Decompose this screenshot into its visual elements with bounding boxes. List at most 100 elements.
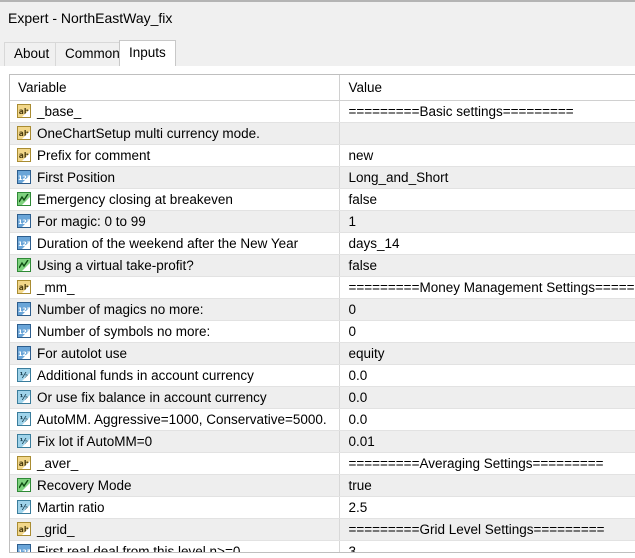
table-row[interactable]: ab OneChartSetup multi currency mode.: [10, 122, 635, 145]
table-row[interactable]: ab _mm_ =========Money Management Settings…: [10, 276, 635, 299]
value-cell[interactable]: new: [338, 144, 635, 167]
column-header-value[interactable]: Value: [338, 75, 635, 101]
variable-label: AutoMM. Aggressive=1000, Conservative=50…: [37, 411, 327, 427]
variable-label: Number of symbols no more:: [37, 323, 211, 339]
variable-label: Or use fix balance in account currency: [37, 389, 267, 405]
value-text: 0: [348, 323, 357, 339]
value-text: 1: [348, 213, 357, 229]
table-row[interactable]: Recovery Mode true: [10, 474, 635, 497]
variable-label: Additional funds in account currency: [37, 367, 254, 383]
value-cell[interactable]: =========Averaging Settings=========: [338, 452, 635, 475]
variable-label: Duration of the weekend after the New Ye…: [37, 235, 299, 251]
value-cell[interactable]: [338, 122, 635, 145]
value-cell[interactable]: =========Grid Level Settings=========: [338, 518, 635, 541]
value-cell[interactable]: days_14: [338, 232, 635, 255]
table-row[interactable]: ½ Fix lot if AutoMM=0 0.01: [10, 430, 635, 453]
value-cell[interactable]: false: [338, 254, 635, 277]
table-row[interactable]: Emergency closing at breakeven false: [10, 188, 635, 211]
variable-label: Number of magics no more:: [37, 301, 204, 317]
value-text: 0.0: [348, 389, 368, 405]
value-cell[interactable]: equity: [338, 342, 635, 365]
value-cell[interactable]: 0: [338, 320, 635, 343]
variable-label: For magic: 0 to 99: [37, 213, 146, 229]
value-cell[interactable]: 1: [338, 210, 635, 233]
value-cell[interactable]: 0.01: [338, 430, 635, 453]
table-row[interactable]: ab _base_ =========Basic settings=========: [10, 100, 635, 123]
table-row[interactable]: 123 For autolot use equity: [10, 342, 635, 365]
value-text: =========Basic settings=========: [348, 103, 574, 119]
value-cell[interactable]: true: [338, 474, 635, 497]
double-type-icon: ½: [17, 412, 31, 426]
value-text: 0.0: [348, 411, 368, 427]
table-row[interactable]: 123 First Position Long_and_Short: [10, 166, 635, 189]
value-text: 0: [348, 301, 357, 317]
double-type-icon: ½: [17, 368, 31, 382]
variable-label: _base_: [37, 103, 82, 119]
value-cell[interactable]: Long_and_Short: [338, 166, 635, 189]
variable-cell: ab _mm_: [10, 276, 339, 299]
value-cell[interactable]: =========Basic settings=========: [338, 100, 635, 123]
value-text: =========Averaging Settings=========: [348, 455, 604, 471]
value-cell[interactable]: 0.0: [338, 386, 635, 409]
table-header: Variable Value: [10, 75, 635, 101]
table-row[interactable]: Using a virtual take-profit? false: [10, 254, 635, 277]
value-cell[interactable]: 3: [338, 540, 635, 553]
variable-label: OneChartSetup multi currency mode.: [37, 125, 260, 141]
value-text: 3: [348, 543, 357, 553]
value-cell[interactable]: =========Money Management Settings======…: [338, 276, 635, 299]
column-header-variable[interactable]: Variable: [10, 75, 339, 101]
variable-label: Using a virtual take-profit?: [37, 257, 194, 273]
value-cell[interactable]: 2.5: [338, 496, 635, 519]
expert-properties-dialog: Expert - NorthEastWay_fix About Common I…: [0, 0, 635, 558]
table-body: ab _base_ =========Basic settings=========…: [10, 100, 635, 553]
table-row[interactable]: 123 Number of magics no more: 0: [10, 298, 635, 321]
value-text: =========Grid Level Settings=========: [348, 521, 605, 537]
table-row[interactable]: ½ AutoMM. Aggressive=1000, Conservative=5…: [10, 408, 635, 431]
inputs-grid-panel: Variable Value ab _base_ =========Basic se…: [9, 74, 635, 553]
variable-label: _mm_: [37, 279, 75, 295]
table-row[interactable]: ab _aver_ =========Averaging Settings=====…: [10, 452, 635, 475]
table-row[interactable]: 123 Number of symbols no more: 0: [10, 320, 635, 343]
tab-strip: About Common Inputs: [0, 38, 635, 66]
variable-label: First real deal from this level n>=0: [37, 543, 241, 553]
int-type-icon: 123: [17, 214, 31, 228]
variable-cell: 123 First real deal from this level n>=0: [10, 540, 339, 553]
window-titlebar: Expert - NorthEastWay_fix: [0, 0, 635, 38]
variable-label: _aver_: [37, 455, 79, 471]
variable-cell: Recovery Mode: [10, 474, 339, 497]
variable-cell: 123 Number of magics no more:: [10, 298, 339, 321]
variable-cell: 123 For autolot use: [10, 342, 339, 365]
value-cell[interactable]: 0: [338, 298, 635, 321]
value-text: true: [348, 477, 372, 493]
string-type-icon: ab: [17, 280, 31, 294]
int-type-icon: 123: [17, 544, 31, 552]
table-row[interactable]: ½ Martin ratio 2.5: [10, 496, 635, 519]
value-text: 0.01: [348, 433, 375, 449]
table-row[interactable]: ab Prefix for comment new: [10, 144, 635, 167]
value-text: false: [348, 257, 378, 273]
value-text: Long_and_Short: [348, 169, 449, 185]
table-row[interactable]: 123 Duration of the weekend after the New…: [10, 232, 635, 255]
table-row[interactable]: 123 For magic: 0 to 99 1: [10, 210, 635, 233]
table-row[interactable]: ½ Or use fix balance in account currency 0…: [10, 386, 635, 409]
table-row[interactable]: 123 First real deal from this level n>=0 3: [10, 540, 635, 553]
value-text: 0.0: [348, 367, 368, 383]
tab-inputs[interactable]: Inputs: [119, 40, 176, 66]
variable-label: _grid_: [37, 521, 75, 537]
tab-about[interactable]: About: [4, 42, 60, 66]
variable-cell: 123 For magic: 0 to 99: [10, 210, 339, 233]
value-text: =========Money Management Settings======…: [348, 279, 635, 295]
table-row[interactable]: ½ Additional funds in account currency 0.0: [10, 364, 635, 387]
variable-label: First Position: [37, 169, 116, 185]
value-cell[interactable]: false: [338, 188, 635, 211]
variable-label: Recovery Mode: [37, 477, 132, 493]
table-row[interactable]: ab _grid_ =========Grid Level Settings====…: [10, 518, 635, 541]
int-type-icon: 123: [17, 346, 31, 360]
variable-cell: Using a virtual take-profit?: [10, 254, 339, 277]
bool-type-icon: [17, 258, 31, 272]
int-type-icon: 123: [17, 236, 31, 250]
value-text: 2.5: [348, 499, 368, 515]
value-cell[interactable]: 0.0: [338, 408, 635, 431]
value-cell[interactable]: 0.0: [338, 364, 635, 387]
string-type-icon: ab: [17, 104, 31, 118]
